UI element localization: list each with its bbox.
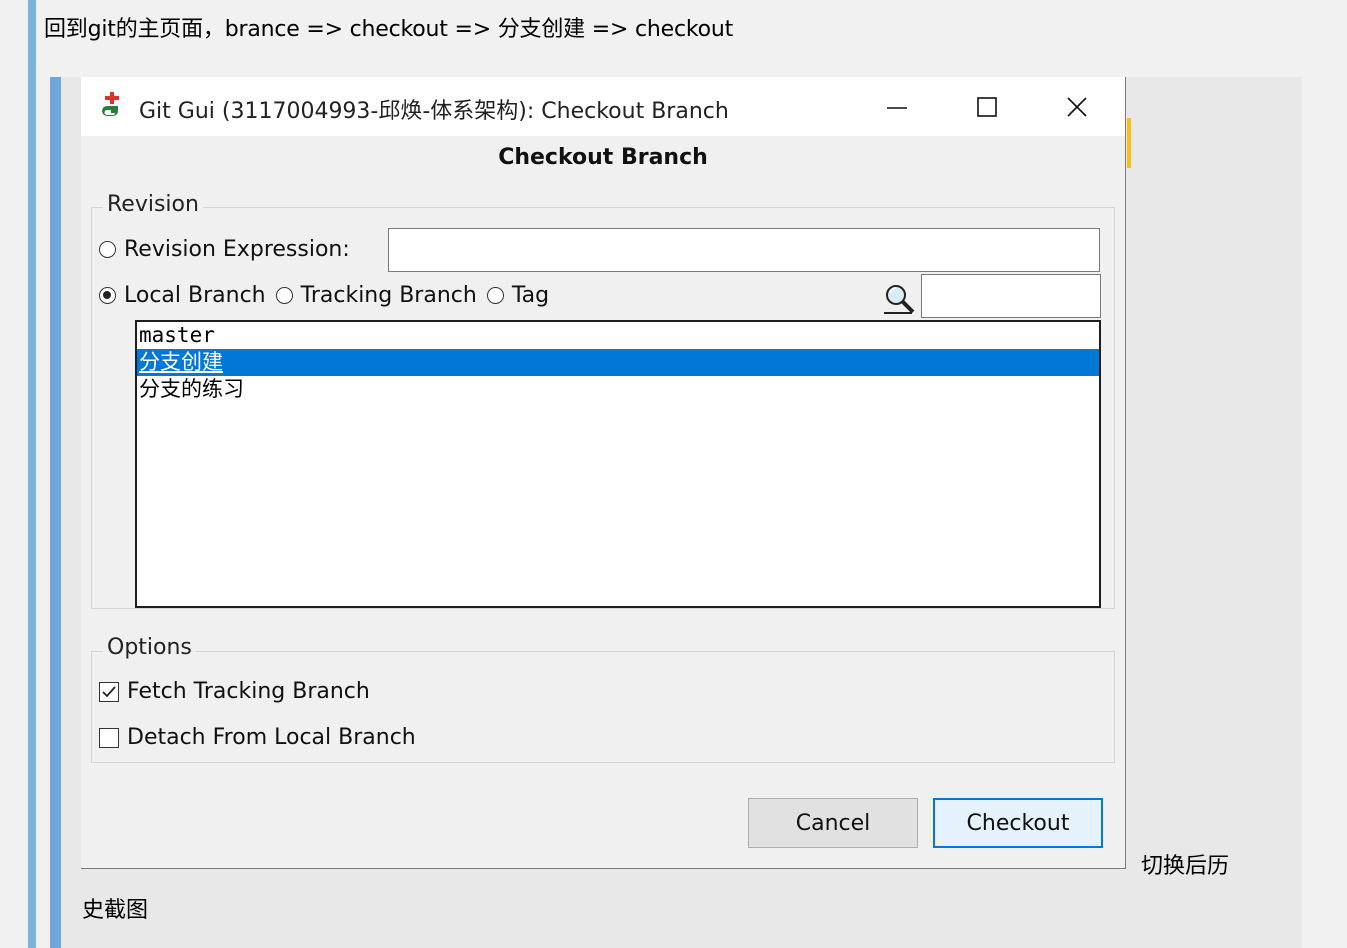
branch-filter-input[interactable] [921,274,1101,318]
branch-source-options: Local Branch Tracking Branch Tag [99,283,549,308]
revision-expression-radio[interactable] [99,241,116,258]
revision-expression-label: Revision Expression: [124,237,350,262]
checkmark-icon [102,685,116,697]
revision-expression-input[interactable] [388,228,1100,272]
branch-list-item[interactable]: master [137,322,1099,349]
tracking-branch-radio[interactable] [275,287,293,304]
detach-option[interactable]: Detach From Local Branch [99,725,416,750]
revision-expression-option[interactable]: Revision Expression: [99,237,350,262]
quote-bar-inner [50,77,61,948]
detach-label: Detach From Local Branch [127,725,416,750]
title-bar[interactable]: Git Gui (3117004993-邱焕-体系架构): Checkout B… [81,77,1125,136]
window-title: Git Gui (3117004993-邱焕-体系架构): Checkout B… [139,99,729,124]
magnifier-icon [884,285,915,314]
checkout-button[interactable]: Checkout [933,798,1103,848]
after-caption-part1: 切换后历 [1141,854,1230,879]
local-branch-radio[interactable] [99,287,116,304]
after-caption-part2: 史截图 [82,898,149,923]
local-branch-label[interactable]: Local Branch [124,283,266,308]
cancel-button[interactable]: Cancel [748,798,918,848]
detach-checkbox[interactable] [99,727,119,748]
branch-list[interactable]: master 分支创建 分支的练习 [135,320,1101,608]
tag-label[interactable]: Tag [512,283,549,308]
tracking-branch-label[interactable]: Tracking Branch [301,283,477,308]
git-gui-icon [102,92,119,116]
dialog-heading: Checkout Branch [498,145,708,170]
scroll-marker [1127,118,1131,168]
minimize-icon [887,106,907,109]
close-button[interactable] [1037,77,1117,136]
fetch-tracking-checkbox[interactable] [99,681,119,702]
minimize-button[interactable] [857,77,937,136]
tag-radio[interactable] [486,287,504,304]
close-icon [1067,96,1087,117]
quote-bar-outer [28,0,36,948]
maximize-icon [977,96,997,117]
step-caption: 回到git的主页面，brance => checkout => 分支创建 => … [44,17,734,42]
fetch-tracking-label: Fetch Tracking Branch [127,679,370,704]
checkout-branch-window: Git Gui (3117004993-邱焕-体系架构): Checkout B… [81,77,1126,869]
branch-list-item-selected[interactable]: 分支创建 [137,349,1099,376]
options-legend: Options [103,635,196,660]
branch-list-item[interactable]: 分支的练习 [137,376,1099,403]
fetch-tracking-option[interactable]: Fetch Tracking Branch [99,679,370,704]
maximize-button[interactable] [947,77,1027,136]
revision-legend: Revision [103,192,203,217]
